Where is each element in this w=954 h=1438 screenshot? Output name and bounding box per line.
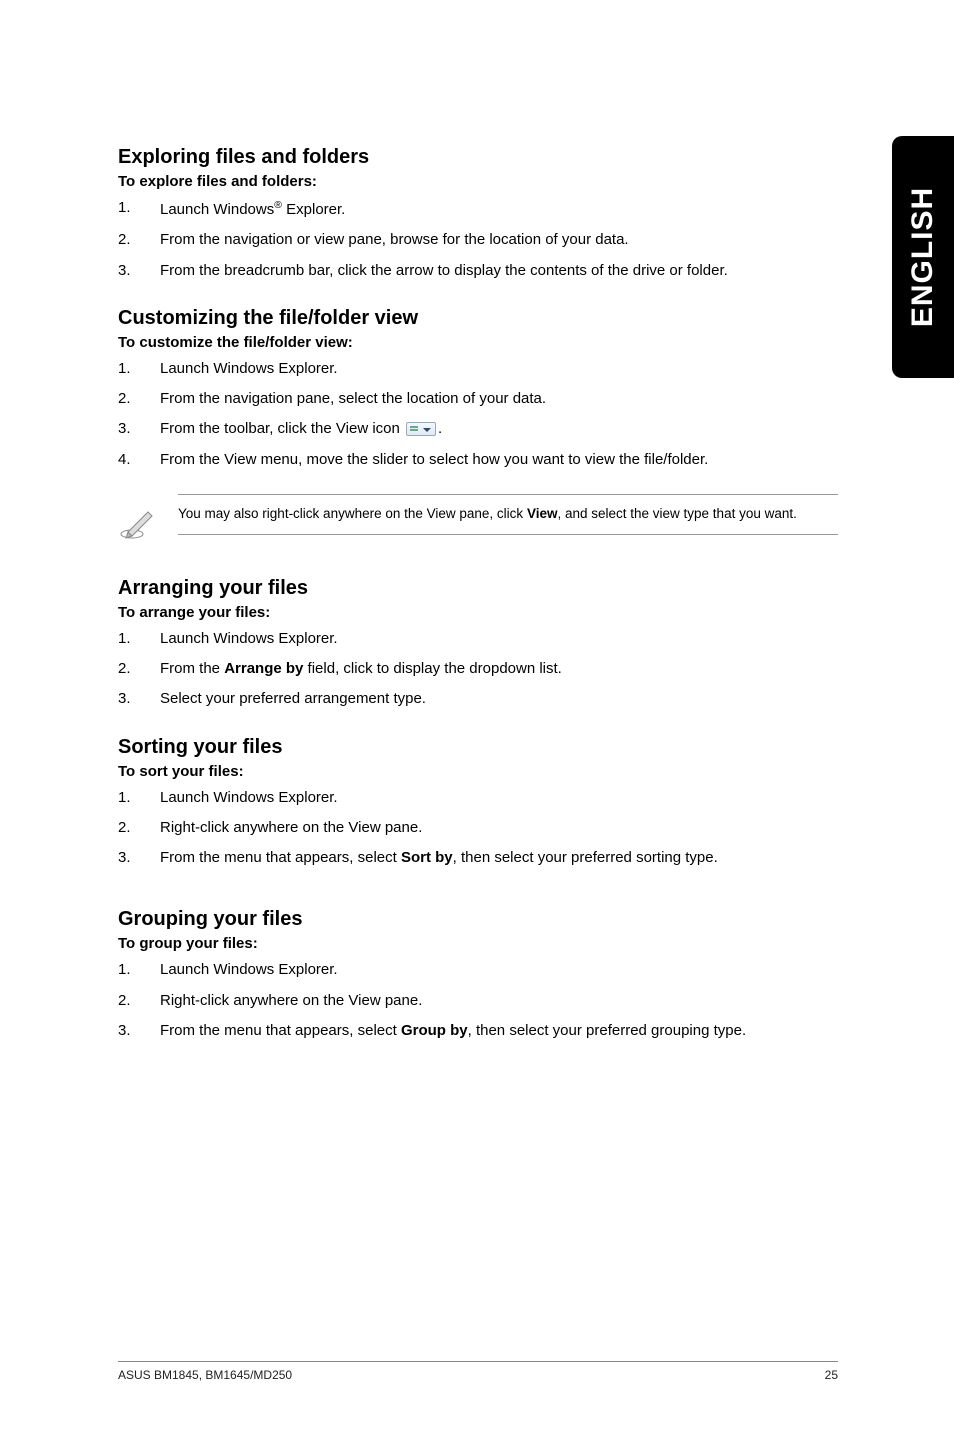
step-text: From the menu that appears, select Sort … — [160, 848, 838, 868]
step-text: From the navigation or view pane, browse… — [160, 230, 838, 250]
language-tab: ENGLISH — [892, 136, 954, 378]
sub-grouping: To group your files: — [118, 935, 838, 952]
step-number: 2. — [118, 659, 160, 679]
list-item: 1. Launch Windows Explorer. — [118, 629, 838, 649]
footer-left: ASUS BM1845, BM1645/MD250 — [118, 1368, 292, 1382]
step-number: 3. — [118, 419, 160, 439]
section-sorting: Sorting your files To sort your files: 1… — [118, 736, 838, 869]
list-item: 1. Launch Windows Explorer. — [118, 788, 838, 808]
list-item: 2. Right-click anywhere on the View pane… — [118, 818, 838, 838]
section-arranging: Arranging your files To arrange your fil… — [118, 577, 838, 710]
step-text: From the Arrange by field, click to disp… — [160, 659, 838, 679]
step-text: From the breadcrumb bar, click the arrow… — [160, 261, 838, 281]
list-item: 3. Select your preferred arrangement typ… — [118, 689, 838, 709]
steps-customizing: 1. Launch Windows Explorer. 2. From the … — [118, 359, 838, 470]
step-number: 2. — [118, 389, 160, 409]
heading-grouping: Grouping your files — [118, 908, 838, 931]
step-text: Launch Windows Explorer. — [160, 629, 838, 649]
list-item: 2. Right-click anywhere on the View pane… — [118, 991, 838, 1011]
list-item: 3. From the menu that appears, select So… — [118, 848, 838, 868]
language-tab-label: ENGLISH — [906, 187, 940, 327]
step-text: Launch Windows® Explorer. — [160, 198, 838, 220]
step-text: From the menu that appears, select Group… — [160, 1021, 838, 1041]
note-row: You may also right-click anywhere on the… — [118, 494, 838, 547]
list-item: 2. From the Arrange by field, click to d… — [118, 659, 838, 679]
steps-exploring: 1. Launch Windows® Explorer. 2. From the… — [118, 198, 838, 281]
step-text: Launch Windows Explorer. — [160, 960, 838, 980]
step-number: 1. — [118, 359, 160, 379]
note-box: You may also right-click anywhere on the… — [178, 494, 838, 535]
step-text: From the navigation pane, select the loc… — [160, 389, 838, 409]
steps-grouping: 1. Launch Windows Explorer. 2. Right-cli… — [118, 960, 838, 1041]
step-number: 2. — [118, 991, 160, 1011]
view-icon — [406, 422, 436, 436]
step-number: 3. — [118, 261, 160, 281]
sub-sorting: To sort your files: — [118, 763, 838, 780]
list-item: 3. From the breadcrumb bar, click the ar… — [118, 261, 838, 281]
steps-arranging: 1. Launch Windows Explorer. 2. From the … — [118, 629, 838, 710]
step-number: 4. — [118, 450, 160, 470]
step-text: Launch Windows Explorer. — [160, 788, 838, 808]
step-number: 2. — [118, 818, 160, 838]
step-number: 1. — [118, 198, 160, 220]
list-item: 3. From the menu that appears, select Gr… — [118, 1021, 838, 1041]
list-item: 1. Launch Windows Explorer. — [118, 960, 838, 980]
sub-exploring: To explore files and folders: — [118, 173, 838, 190]
page-content: Exploring files and folders To explore f… — [118, 146, 838, 1067]
step-text: From the View menu, move the slider to s… — [160, 450, 838, 470]
step-number: 1. — [118, 788, 160, 808]
list-item: 1. Launch Windows® Explorer. — [118, 198, 838, 220]
list-item: 2. From the navigation or view pane, bro… — [118, 230, 838, 250]
step-text: From the toolbar, click the View icon . — [160, 419, 838, 439]
section-customizing: Customizing the file/folder view To cust… — [118, 307, 838, 470]
step-number: 2. — [118, 230, 160, 250]
heading-customizing: Customizing the file/folder view — [118, 307, 838, 330]
step-text: Select your preferred arrangement type. — [160, 689, 838, 709]
heading-arranging: Arranging your files — [118, 577, 838, 600]
steps-sorting: 1. Launch Windows Explorer. 2. Right-cli… — [118, 788, 838, 869]
step-number: 1. — [118, 629, 160, 649]
step-text: Right-click anywhere on the View pane. — [160, 991, 838, 1011]
heading-exploring: Exploring files and folders — [118, 146, 838, 169]
pencil-icon — [118, 494, 178, 547]
step-number: 3. — [118, 1021, 160, 1041]
step-text: Right-click anywhere on the View pane. — [160, 818, 838, 838]
list-item: 1. Launch Windows Explorer. — [118, 359, 838, 379]
list-item: 4. From the View menu, move the slider t… — [118, 450, 838, 470]
step-number: 3. — [118, 689, 160, 709]
footer: ASUS BM1845, BM1645/MD250 25 — [118, 1361, 838, 1382]
step-text: Launch Windows Explorer. — [160, 359, 838, 379]
heading-sorting: Sorting your files — [118, 736, 838, 759]
sub-customizing: To customize the file/folder view: — [118, 334, 838, 351]
step-number: 1. — [118, 960, 160, 980]
section-exploring: Exploring files and folders To explore f… — [118, 146, 838, 281]
step-number: 3. — [118, 848, 160, 868]
section-grouping: Grouping your files To group your files:… — [118, 908, 838, 1041]
sub-arranging: To arrange your files: — [118, 604, 838, 621]
footer-page-number: 25 — [825, 1368, 838, 1382]
list-item: 3. From the toolbar, click the View icon… — [118, 419, 838, 439]
list-item: 2. From the navigation pane, select the … — [118, 389, 838, 409]
